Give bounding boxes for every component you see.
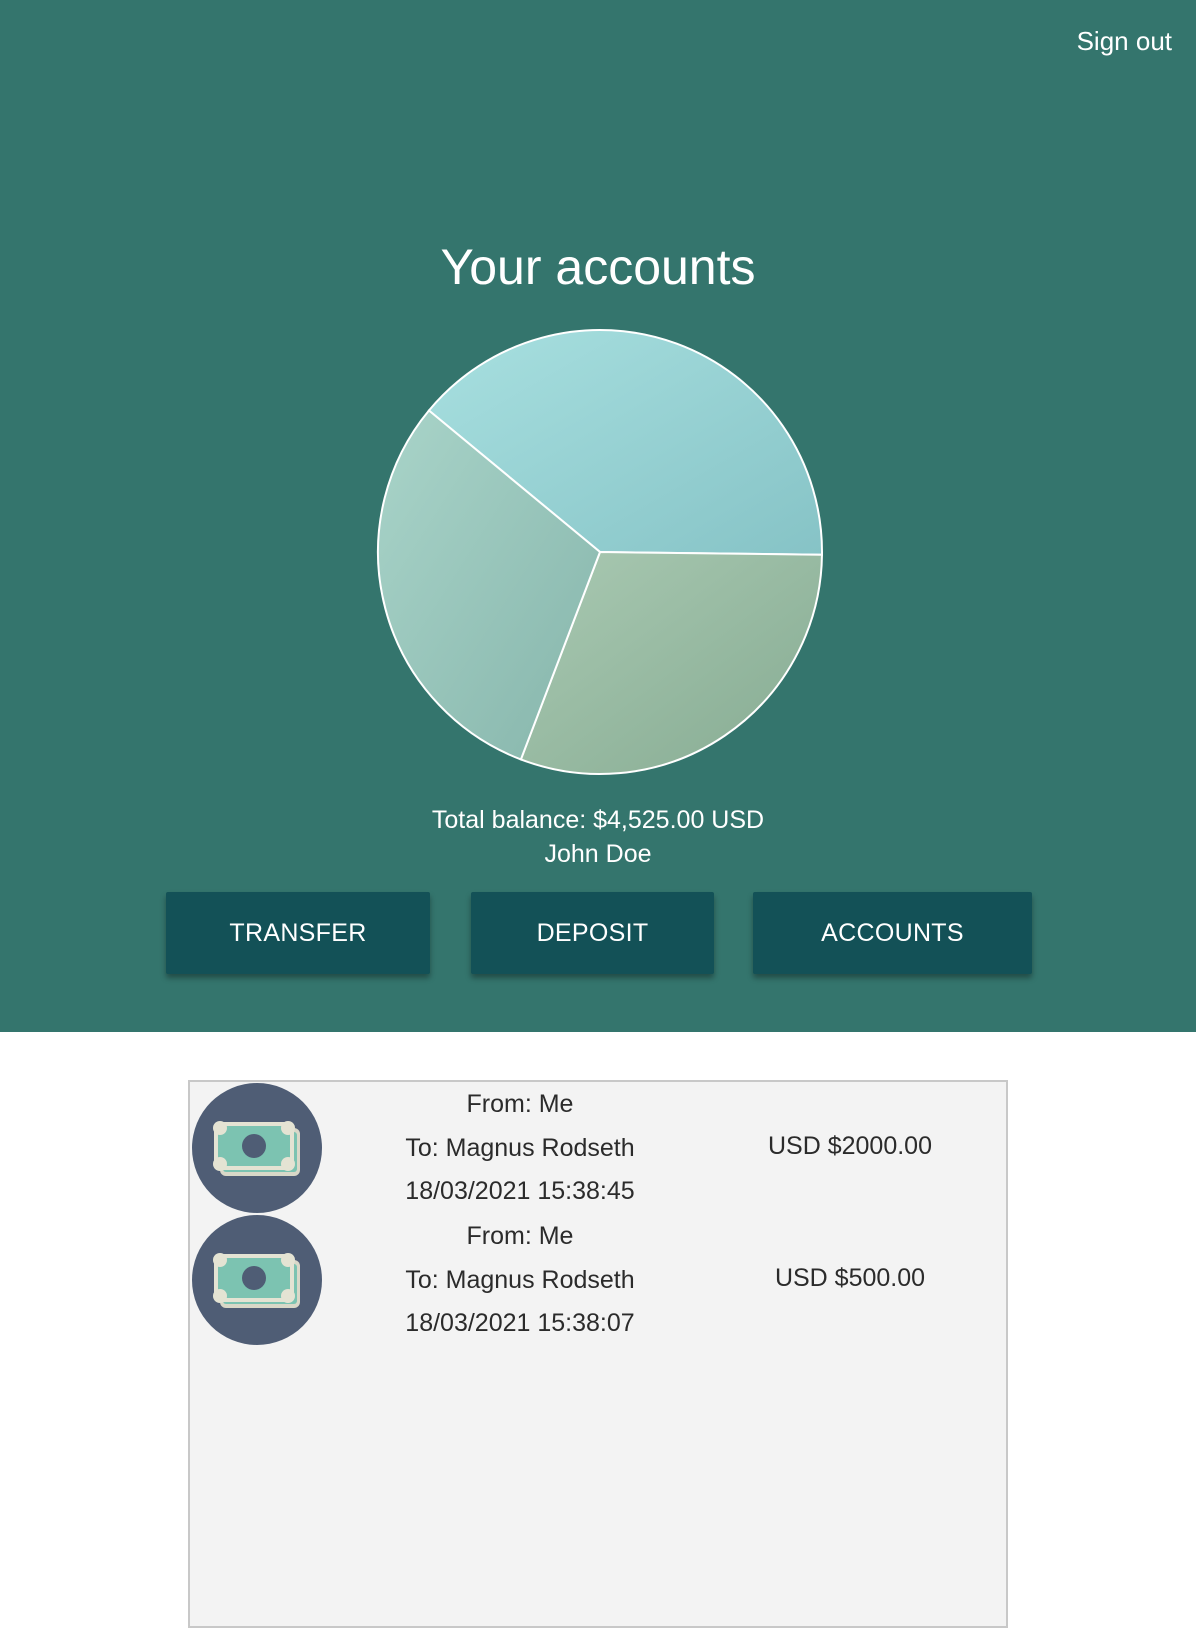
sign-out-link[interactable]: Sign out xyxy=(1077,26,1172,57)
transaction-amount: USD $500.00 xyxy=(774,1264,926,1292)
transaction-date: 18/03/2021 15:38:45 xyxy=(405,1177,635,1205)
accounts-button[interactable]: ACCOUNTS xyxy=(753,892,1032,974)
transaction-to: To: Magnus Rodseth xyxy=(405,1266,635,1294)
total-balance: Total balance: $4,525.00 USD xyxy=(431,806,765,834)
transaction-date: 18/03/2021 15:38:07 xyxy=(405,1309,635,1337)
transactions-list[interactable]: From: Me To: Magnus Rodseth 18/03/2021 1… xyxy=(188,1080,1008,1628)
page-title: Your accounts xyxy=(440,239,756,295)
money-icon xyxy=(192,1215,322,1345)
transaction-from: From: Me xyxy=(466,1222,574,1250)
transaction-to: To: Magnus Rodseth xyxy=(405,1134,635,1162)
transaction-amount: USD $2000.00 xyxy=(767,1132,932,1160)
transaction-from: From: Me xyxy=(466,1090,574,1118)
money-icon xyxy=(192,1083,322,1213)
transaction-row[interactable]: From: Me To: Magnus Rodseth 18/03/2021 1… xyxy=(190,1082,1006,1214)
header-panel: Sign out Your accounts Total balance: $4… xyxy=(0,0,1196,1032)
user-name: John Doe xyxy=(544,840,652,868)
accounts-pie-chart xyxy=(377,329,823,775)
deposit-button[interactable]: DEPOSIT xyxy=(471,892,714,974)
transfer-button[interactable]: TRANSFER xyxy=(166,892,430,974)
transaction-row[interactable]: From: Me To: Magnus Rodseth 18/03/2021 1… xyxy=(190,1214,1006,1346)
